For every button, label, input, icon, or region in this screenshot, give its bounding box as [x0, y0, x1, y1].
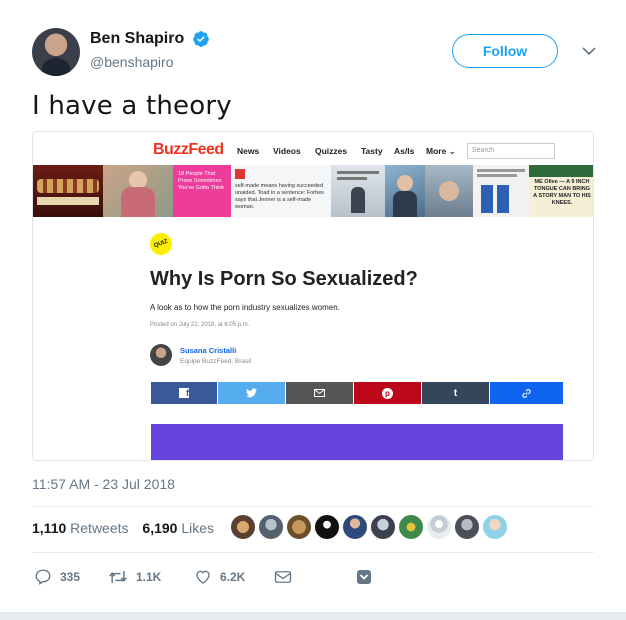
display-name[interactable]: Ben Shapiro — [90, 30, 184, 48]
nav-link-more: More ⌄ — [426, 146, 456, 156]
liker-avatar[interactable] — [258, 514, 284, 540]
tweet-header: Ben Shapiro @benshapiro Follow — [32, 22, 602, 78]
trending-thumbnails: 18 People That Prove Sometimes You've Go… — [33, 165, 593, 217]
article-hero-block — [151, 424, 563, 460]
share-link-button — [490, 382, 563, 404]
thumbnail-8 — [473, 165, 529, 217]
liker-avatars — [230, 514, 508, 542]
retweet-count: 1.1K — [136, 570, 162, 584]
like-count: 6.2K — [220, 570, 246, 584]
retweet-icon — [109, 571, 127, 583]
tumblr-icon: t — [453, 387, 458, 399]
tweet-text: I have a theory — [32, 91, 232, 121]
thumbnail-4: self-made means having succeeded unaided… — [231, 165, 331, 217]
likes-count: 6,190 — [142, 520, 178, 536]
article-date: Posted on July 22, 2018, at 6:05 p.m. — [150, 322, 250, 328]
user-handle[interactable]: @benshapiro — [90, 54, 210, 70]
share-facebook-button: f — [151, 382, 217, 404]
nav-link-videos: Videos — [273, 146, 301, 156]
reply-icon — [35, 569, 51, 586]
author-avatar — [150, 344, 172, 366]
thumbnail-9: ME Olive — A 9 INCH TONGUE CAN BRING A S… — [529, 165, 593, 217]
pinterest-icon: p — [382, 387, 393, 399]
tweet-media-image[interactable]: BuzzFeed News Videos Quizzes Tasty As/Is… — [32, 131, 594, 461]
thumbnail-2 — [103, 165, 173, 217]
article-subtitle: A look as to how the porn industry sexua… — [150, 303, 340, 312]
like-button[interactable]: 6.2K — [194, 566, 245, 588]
reply-count: 335 — [60, 570, 81, 584]
chevron-down-icon[interactable] — [580, 42, 598, 60]
retweet-button[interactable]: 1.1K — [108, 566, 161, 588]
thumbnail-3: 18 People That Prove Sometimes You've Go… — [173, 165, 231, 217]
twitter-bird-icon — [246, 388, 257, 398]
author-role: Equipe BuzzFeed, Brasil — [180, 358, 252, 365]
facebook-icon: f — [179, 388, 189, 398]
thumbnail-6 — [385, 165, 425, 217]
likes-stat[interactable]: 6,190 Likes — [142, 520, 214, 536]
liker-avatar[interactable] — [398, 514, 424, 540]
liker-avatar[interactable] — [314, 514, 340, 540]
liker-avatar[interactable] — [370, 514, 396, 540]
buzzfeed-search-box: Search — [467, 143, 555, 159]
share-twitter-button — [218, 382, 285, 404]
envelope-icon — [274, 571, 292, 583]
thumbnail-9-caption: ME Olive — A 9 INCH TONGUE CAN BRING A S… — [533, 179, 591, 206]
nav-link-tasty: Tasty — [361, 146, 383, 156]
share-buttons-row: f p t — [151, 382, 563, 404]
nav-link-news: News — [237, 146, 260, 156]
retweets-label: Retweets — [70, 520, 129, 536]
liker-avatar[interactable] — [230, 514, 256, 540]
envelope-icon — [314, 389, 325, 397]
link-icon — [522, 388, 531, 398]
tweet-stats: 1,110 Retweets 6,190 Likes — [32, 520, 224, 536]
user-name-block[interactable]: Ben Shapiro @benshapiro — [90, 30, 210, 70]
nav-link-quizzes: Quizzes — [315, 146, 348, 156]
liker-avatar[interactable] — [342, 514, 368, 540]
divider — [32, 552, 594, 553]
thumbnail-7 — [425, 165, 473, 217]
chevron-down-square-icon — [357, 570, 371, 584]
follow-button[interactable]: Follow — [452, 34, 558, 68]
thumbnail-1 — [33, 165, 103, 217]
liker-avatar[interactable] — [286, 514, 312, 540]
thumbnail-5 — [331, 165, 385, 217]
liker-avatar[interactable] — [454, 514, 480, 540]
article-title: Why Is Porn So Sexualized? — [150, 268, 418, 290]
likes-label: Likes — [181, 520, 215, 536]
direct-message-button[interactable] — [274, 566, 300, 588]
retweets-count: 1,110 — [32, 520, 67, 536]
nav-link-asis: As/Is — [394, 146, 415, 156]
buzzfeed-nav-bar: BuzzFeed News Videos Quizzes Tasty As/Is… — [33, 132, 593, 168]
heart-icon — [196, 570, 210, 584]
tweet-actions: 335 1.1K 6.2K — [32, 566, 592, 588]
user-avatar[interactable] — [32, 28, 80, 76]
tweet-timestamp[interactable]: 11:57 AM - 23 Jul 2018 — [32, 476, 175, 492]
buzzfeed-logo: BuzzFeed — [153, 141, 224, 158]
share-email-button — [286, 382, 353, 404]
liker-avatar[interactable] — [482, 514, 508, 540]
verified-badge-icon — [192, 31, 209, 47]
share-tumblr-button: t — [422, 382, 489, 404]
more-options-button[interactable] — [357, 566, 379, 588]
liker-avatar[interactable] — [426, 514, 452, 540]
quiz-badge: QUIZ — [146, 229, 176, 259]
author-name: Susana Cristalli — [180, 346, 237, 355]
bottom-separator — [0, 612, 626, 620]
retweets-stat[interactable]: 1,110 Retweets — [32, 520, 129, 536]
share-pinterest-button: p — [354, 382, 421, 404]
reply-button[interactable]: 335 — [34, 566, 80, 588]
thumbnail-4-caption: self-made means having succeeded unaided… — [235, 183, 324, 210]
divider — [32, 506, 594, 507]
thumbnail-3-caption: 18 People That Prove Sometimes You've Go… — [178, 171, 224, 191]
